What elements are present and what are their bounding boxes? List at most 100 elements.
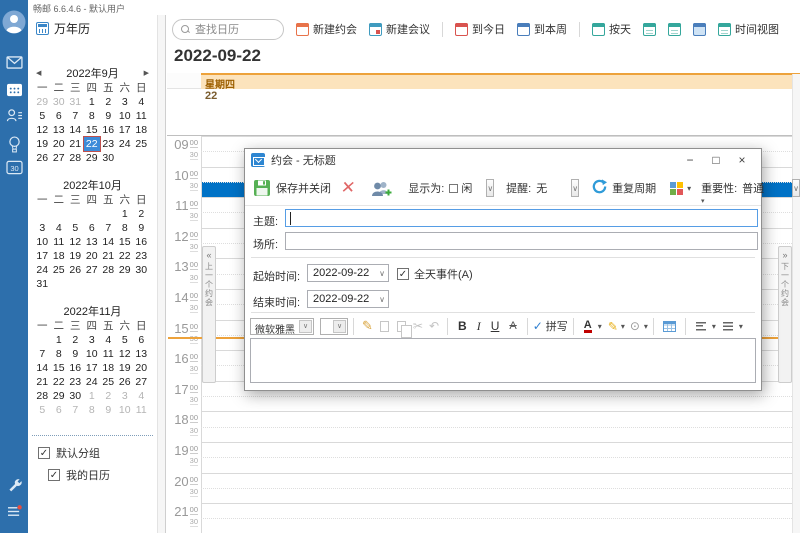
day-cell[interactable]: 3 [117,95,134,109]
day-cell[interactable]: 8 [51,347,68,361]
day-cell[interactable]: 10 [117,403,134,417]
day-cell[interactable]: 24 [34,263,51,277]
end-date-select[interactable]: 2022-09-22∨ [307,290,389,308]
insert-symbol-dropdown[interactable]: ▾ [644,322,648,331]
day-cell[interactable]: 5 [117,333,134,347]
day-cell[interactable]: 25 [100,375,117,389]
day-cell[interactable]: 21 [34,375,51,389]
calendar-icon[interactable] [0,82,28,100]
list-button[interactable] [723,322,733,331]
day-cell[interactable]: 9 [67,347,84,361]
day-cell[interactable]: 9 [100,403,117,417]
day-cell[interactable]: 19 [117,361,134,375]
highlight-button[interactable]: ✐ [605,321,619,331]
reminder-dropdown[interactable]: ∨ [571,179,579,197]
panel-scrollbar[interactable] [157,15,165,533]
day-cell[interactable]: 26 [34,151,51,165]
align-dropdown[interactable]: ▾ [712,322,716,331]
day-cell[interactable]: 16 [100,123,117,137]
new-appointment-button[interactable]: 新建约会 [296,21,357,37]
importance-dropdown[interactable]: ∨ [792,179,800,197]
day-cell[interactable]: 11 [133,109,150,123]
day-cell[interactable]: 21 [100,249,117,263]
toolbar-overflow-arrow[interactable]: ▾ [701,197,705,205]
day-cell[interactable]: 5 [34,109,51,123]
day-cell[interactable]: 10 [117,109,134,123]
day-cell[interactable]: 10 [34,235,51,249]
italic-button[interactable]: I [477,319,481,334]
day-cell[interactable]: 2 [100,389,117,403]
day-cell[interactable]: 17 [84,361,101,375]
day-cell[interactable]: 27 [51,151,68,165]
hour-row[interactable]: 190030 [167,442,800,473]
go-this-week-button[interactable]: 到本周 [517,21,567,37]
day-cell[interactable]: 8 [84,403,101,417]
view-month-button[interactable] [693,23,706,36]
category-colors-button[interactable] [670,182,683,195]
day-cell[interactable]: 11 [51,235,68,249]
day-cell[interactable]: 31 [34,277,51,291]
balloon-icon[interactable] [0,136,28,156]
day-cell[interactable]: 11 [100,347,117,361]
insert-symbol-button[interactable]: ⊙ [630,319,640,333]
day-cell[interactable]: 27 [133,375,150,389]
view-by-day-button[interactable]: 按天 [592,21,631,37]
day-cell[interactable]: 1 [84,95,101,109]
day-cell[interactable]: 1 [84,389,101,403]
font-color-dropdown[interactable]: ▾ [598,322,602,331]
day-cell[interactable]: 14 [100,235,117,249]
day-cell[interactable]: 17 [117,123,134,137]
recurrence-label[interactable]: 重复周期 [612,180,656,196]
day-cell[interactable]: 9 [100,109,117,123]
day-cell[interactable]: 20 [133,361,150,375]
day-cell[interactable]: 2 [100,95,117,109]
calendar-group-2[interactable]: ✓我的日历 [32,464,153,486]
day-column-header[interactable]: 星期四 [201,73,800,89]
prev-appointment-strip[interactable]: « 上一个约会 [202,246,216,383]
day-cell[interactable]: 29 [51,389,68,403]
day-cell[interactable]: 25 [51,263,68,277]
font-size-select[interactable]: ∨ [320,318,348,335]
day-cell[interactable]: 14 [67,123,84,137]
day-cell[interactable]: 10 [84,347,101,361]
maximize-button[interactable]: □ [703,153,729,167]
day-cell[interactable]: 30 [100,151,117,165]
minimize-button[interactable]: − [677,153,703,167]
calendar-group-1[interactable]: ✓默认分组 [32,442,153,464]
day-cell[interactable]: 30 [133,263,150,277]
day-cell[interactable]: 30 [51,95,68,109]
location-input[interactable] [285,232,758,250]
day-cell[interactable]: 7 [34,347,51,361]
day-cell[interactable]: 12 [67,235,84,249]
day-cell[interactable]: 12 [117,347,134,361]
day-cell[interactable]: 15 [117,235,134,249]
next-month-arrow[interactable]: ▶ [144,67,149,81]
day-cell[interactable]: 20 [84,249,101,263]
checkbox[interactable]: ✓ [38,447,50,459]
dialog-titlebar[interactable]: 约会 - 无标题 − □ × [245,149,761,171]
day-cell[interactable]: 15 [84,123,101,137]
font-family-select[interactable]: 微软雅黑∨ [250,318,314,335]
go-today-button[interactable]: 到今日 [455,21,505,37]
day-cell[interactable]: 23 [133,249,150,263]
day-cell[interactable]: 27 [84,263,101,277]
save-and-close-button[interactable]: 保存并关闭 [253,179,331,197]
day-cell[interactable]: 30 [67,389,84,403]
delete-button[interactable]: ✕ [340,178,357,198]
all-day-checkbox[interactable]: ✓ [397,268,409,280]
day-cell[interactable]: 28 [100,263,117,277]
day-cell[interactable]: 24 [84,375,101,389]
day-cell[interactable]: 31 [67,95,84,109]
day-cell[interactable]: 3 [117,389,134,403]
day-cell[interactable]: 16 [133,235,150,249]
day-cell[interactable]: 17 [34,249,51,263]
time-view-button[interactable]: 时间视图 [718,21,779,37]
format-painter-icon[interactable]: ✎ [362,318,373,334]
copy-icon[interactable] [397,321,406,332]
day-cell[interactable]: 3 [84,333,101,347]
category-dropdown-arrow[interactable]: ▾ [687,184,691,193]
show-as-dropdown[interactable]: ∨ [486,179,494,197]
day-cell[interactable]: 4 [51,221,68,235]
align-button[interactable] [696,322,706,331]
day-cell[interactable]: 18 [51,249,68,263]
